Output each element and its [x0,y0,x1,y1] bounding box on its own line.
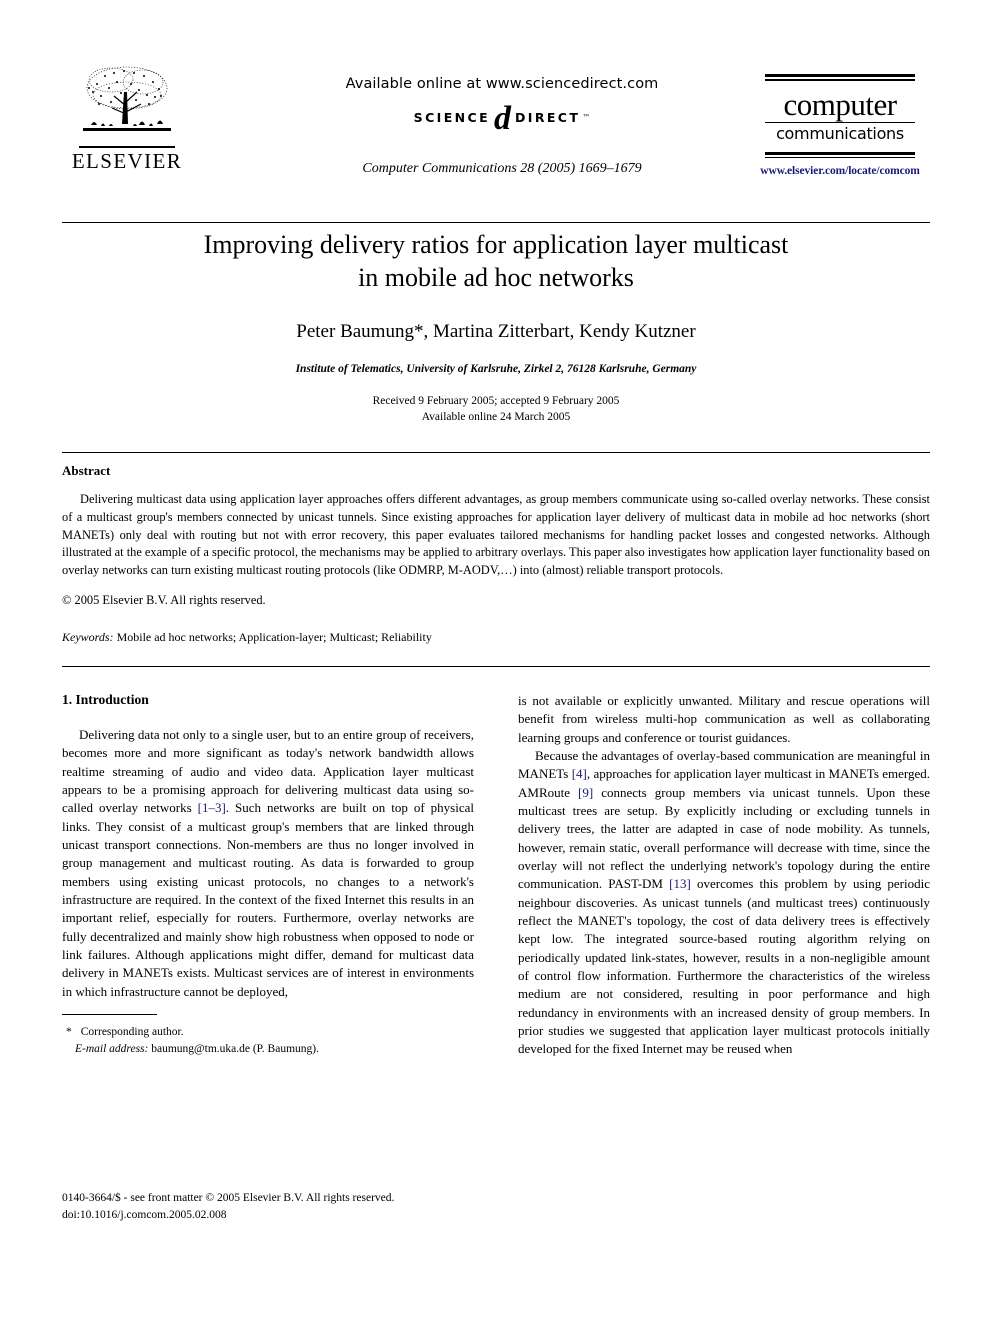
elsevier-divider [79,146,175,148]
keywords-label: Keywords: [62,630,114,645]
footnote-email: E-mail address: baumung@tm.uka.de (P. Ba… [75,1041,474,1057]
keywords: Keywords: Mobile ad hoc networks; Applic… [62,630,930,645]
journal-url-link[interactable]: www.elsevier.com/locate/comcom [750,165,930,177]
document-page: ELSEVIER Available online at www.science… [0,0,992,1323]
masthead: ELSEVIER Available online at www.science… [62,62,930,210]
citation-ref-1-3[interactable]: [1–3] [198,800,226,815]
issn-front-matter: 0140-3664/$ - see front matter © 2005 El… [62,1192,395,1204]
intro-text-part-b: . Such networks are built on top of phys… [62,800,474,999]
elsevier-logo: ELSEVIER [62,62,192,172]
footnote-divider [62,1013,157,1016]
footnote-corresponding-author: * Corresponding author. [66,1024,474,1040]
journal-citation: Computer Communications 28 (2005) 1669–1… [362,161,642,177]
email-label: E-mail address: [75,1042,149,1055]
page-title: Improving delivery ratios for applicatio… [62,228,930,295]
column-left: 1. Introduction Delivering data not only… [62,692,474,1252]
abstract-text: Delivering multicast data using applicat… [62,492,930,577]
journal-logo-line1: computer [783,86,897,122]
citation-ref-13[interactable]: [13] [669,876,691,891]
paragraph-intro-1: Delivering data not only to a single use… [62,726,474,1001]
received-date: Received 9 February 2005; accepted 9 Feb… [372,394,620,407]
paragraph-intro-1-continued: is not available or explicitly unwanted.… [518,693,930,745]
imprint-block: 0140-3664/$ - see front matter © 2005 El… [62,1190,474,1223]
trademark-icon: ™ [582,113,591,123]
section-heading-introduction: 1. Introduction [62,692,149,707]
journal-logo-line2: communications [776,124,904,144]
asterisk-icon: * [66,1026,72,1039]
elsevier-tree-icon [83,66,171,131]
title-block: Improving delivery ratios for applicatio… [62,228,930,426]
sciencedirect-logo-science: SCIENCE [413,110,491,126]
abstract-bottom-divider [62,666,930,667]
abstract-top-divider [62,452,930,453]
abstract-section: Abstract Delivering multicast data using… [62,463,930,645]
keywords-value: Mobile ad hoc networks; Application-laye… [116,630,432,645]
available-online-text: Available online at www.sciencedirect.co… [345,76,659,92]
sciencedirect-block: Available online at www.sciencedirect.co… [292,76,712,177]
citation-ref-9[interactable]: [9] [578,785,593,800]
masthead-divider [62,222,930,223]
page-title-line1: Improving delivery ratios for applicatio… [203,230,789,259]
footnote-corresponding-text: Corresponding author. [80,1026,184,1039]
author-list: Peter Baumung*, Martina Zitterbart, Kend… [296,320,696,342]
available-online-date: Available online 24 March 2005 [421,411,571,424]
publication-dates: Received 9 February 2005; accepted 9 Feb… [62,393,930,426]
page-title-line2: in mobile ad hoc networks [358,263,634,293]
affiliation: Institute of Telematics, University of K… [295,362,697,375]
sciencedirect-logo: SCIENCE d DIRECT ™ [292,100,712,137]
journal-logo-bottom-rule [765,151,915,159]
body-columns: 1. Introduction Delivering data not only… [62,692,930,1252]
abstract-heading: Abstract [62,463,111,478]
intro2-text-part-d: overcomes this problem by using periodic… [518,876,930,1057]
sciencedirect-logo-direct: DIRECT [515,110,581,126]
journal-logo: computer communications www.elsevier.com… [750,74,930,177]
journal-logo-mid-rule [765,121,915,124]
citation-ref-4[interactable]: [4] [572,766,587,781]
column-right: is not available or explicitly unwanted.… [518,692,930,1252]
email-value[interactable]: baumung@tm.uka.de (P. Baumung). [151,1043,319,1055]
abstract-copyright: © 2005 Elsevier B.V. All rights reserved… [62,592,266,607]
footnote-block: * Corresponding author. E-mail address: b… [62,1024,474,1057]
paragraph-intro-2: Because the advantages of overlay-based … [518,747,930,1059]
journal-logo-top-rule [765,74,915,81]
doi[interactable]: doi:10.1016/j.comcom.2005.02.008 [62,1207,474,1224]
elsevier-wordmark: ELSEVIER [71,149,183,173]
sciencedirect-at-icon: d [494,100,512,137]
